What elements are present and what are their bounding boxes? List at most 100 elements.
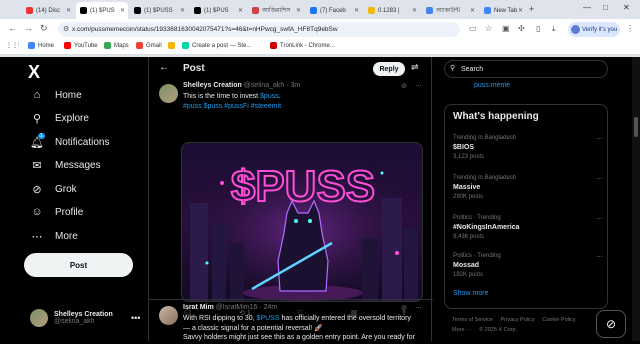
trend-count: 290K posts <box>453 194 484 200</box>
close-icon[interactable]: ✕ <box>238 7 243 14</box>
tweet-image[interactable]: $PUSS <box>181 142 423 302</box>
nav-home[interactable]: ⌂ Home <box>30 89 82 101</box>
forward-arrow-icon[interactable]: → <box>24 23 33 33</box>
verify-profile-button[interactable]: Verify it's you <box>568 22 620 37</box>
close-icon[interactable]: ✕ <box>180 7 185 14</box>
back-arrow-icon[interactable]: ← <box>159 62 169 73</box>
grok-icon[interactable]: ⊘ <box>401 304 407 312</box>
show-more-link[interactable]: Show more <box>453 290 488 297</box>
more-icon[interactable]: ⋯ <box>596 253 603 261</box>
close-window-button[interactable]: ✕ <box>623 3 630 12</box>
avatar[interactable] <box>159 306 178 325</box>
close-icon[interactable]: ✕ <box>412 7 417 14</box>
star-icon[interactable]: ☆ <box>485 24 492 33</box>
bookmark-home[interactable]: Home <box>28 42 54 49</box>
browser-tab[interactable]: New Tab ✕ <box>480 2 526 19</box>
more-icon[interactable]: ⋯ <box>596 135 603 143</box>
tweet[interactable]: Israt Mim @IsratMim16 · 24m ⊘ ⋯ With RSI… <box>149 304 433 344</box>
account-switcher[interactable]: Shelleys Creation @selina_akh ••• <box>30 309 140 327</box>
reload-icon[interactable]: ↻ <box>40 23 48 34</box>
grok-chat-button[interactable]: ⊘ <box>596 310 626 338</box>
search-input[interactable]: ⚲ Search <box>444 60 608 78</box>
bookmark-tronlink[interactable]: TronLink - Chrome... <box>270 42 335 49</box>
person-icon: ☺ <box>31 206 43 218</box>
nav-profile[interactable]: ☺ Profile <box>30 206 83 218</box>
close-icon[interactable]: ✕ <box>296 7 301 14</box>
address-bar[interactable]: ⚙ x.com/pussmemecoin/status/193368163004… <box>58 22 460 37</box>
nav-messages[interactable]: ✉ Messages <box>30 159 100 172</box>
author-name[interactable]: Shelleys Creation <box>183 82 242 89</box>
avatar <box>30 309 48 327</box>
cashtag-link[interactable]: $puss <box>260 93 279 100</box>
browser-tab[interactable]: (7) Faceb ✕ <box>306 2 362 19</box>
post-header: ← Post Reply ⇌ <box>149 57 433 81</box>
tab-label: (1) $PUS <box>204 7 229 14</box>
more-icon[interactable]: ⋯ <box>415 82 422 90</box>
trend-name: #NoKingsInAmerica <box>453 224 520 231</box>
cashtag-link[interactable]: $PUSS <box>257 315 280 322</box>
close-icon[interactable]: ✕ <box>354 7 359 14</box>
browser-tab[interactable]: (14) Disc ✕ <box>22 2 74 19</box>
more-icon[interactable]: ••• <box>131 313 140 323</box>
trend-item[interactable]: Trending in Bangladesh Massive 290K post… <box>453 175 603 200</box>
site-info-icon[interactable]: ⚙ <box>63 25 69 33</box>
more-icon[interactable]: ⋯ <box>596 175 603 183</box>
browser-tab[interactable]: অ্যাকাউন্ট ✕ <box>422 2 478 19</box>
sliders-icon[interactable]: ⇌ <box>411 62 419 73</box>
avatar[interactable] <box>159 84 178 103</box>
install-icon[interactable]: ▭ <box>469 24 477 33</box>
bookmark-steemit[interactable]: Create a post — Ste... <box>182 42 251 49</box>
hashtag-links[interactable]: #puss $puss #pussFi #steeemit <box>183 103 281 110</box>
bookmark-unnamed[interactable] <box>168 42 178 49</box>
close-icon[interactable]: ✕ <box>66 7 71 14</box>
puss-cat-artwork: $PUSS <box>182 143 422 301</box>
bookmark-maps[interactable]: Maps <box>104 42 129 49</box>
close-icon[interactable]: ✕ <box>518 7 523 14</box>
nav-notifications[interactable]: 🔔︎ 1 Notifications <box>30 133 109 149</box>
sidebar-icon[interactable]: ▯ <box>536 24 540 33</box>
x-favicon <box>134 7 141 14</box>
footer-link[interactable]: Cookie Policy <box>542 317 575 323</box>
scrollbar[interactable] <box>632 57 640 341</box>
nav-more[interactable]: ⋯ More <box>30 230 78 243</box>
minimize-button[interactable]: — <box>583 3 591 12</box>
tweet[interactable]: Shelleys Creation @selina_akh · 3m ⊘ ⋯ T… <box>149 82 433 317</box>
browser-tab-active[interactable]: (1) $PUS ✕ <box>76 2 128 19</box>
close-icon[interactable]: ✕ <box>470 7 475 14</box>
browser-tab[interactable]: (1) $PUSS ✕ <box>130 2 188 19</box>
trend-item[interactable]: Politics · Trending Mossad 182K posts ⋯ <box>453 253 603 278</box>
nav-label: Explore <box>55 113 89 124</box>
nav-grok[interactable]: ⊘ Grok <box>30 183 76 196</box>
extensions-puzzle-icon[interactable]: ✣ <box>518 24 525 33</box>
account-handle: @selina_akh <box>54 318 95 325</box>
scrollbar-thumb[interactable] <box>634 117 638 137</box>
x-logo[interactable]: X <box>28 62 40 83</box>
footer-link[interactable]: Terms of Service <box>452 317 493 323</box>
more-icon[interactable]: ⋯ <box>596 215 603 223</box>
more-icon[interactable]: ⋯ <box>415 304 422 312</box>
author-name[interactable]: Israt Mim <box>183 304 214 311</box>
bookmark-gmail[interactable]: Gmail <box>136 42 162 49</box>
apps-grid-icon[interactable]: ⋮⋮ <box>6 42 18 49</box>
post-button[interactable]: Post <box>24 253 133 277</box>
nav-explore[interactable]: ⚲ Explore <box>30 112 89 125</box>
browser-tab[interactable]: 0.1283 | ✕ <box>364 2 420 19</box>
extension-icon[interactable]: ▣ <box>502 24 510 33</box>
footer-link[interactable]: More ··· <box>452 327 472 333</box>
new-tab-button[interactable]: + <box>529 4 534 14</box>
download-icon[interactable]: ⤓ <box>552 24 556 34</box>
tab-label: 0.1283 | <box>378 7 400 14</box>
trend-item[interactable]: Trending in Bangladesh $BIOS 3,123 posts… <box>453 135 603 160</box>
maximize-button[interactable]: □ <box>603 3 608 12</box>
bookmark-youtube[interactable]: YouTube <box>64 42 98 49</box>
close-icon[interactable]: ✕ <box>120 7 125 14</box>
back-arrow-icon[interactable]: ← <box>8 23 17 33</box>
menu-kebab-icon[interactable]: ⋮ <box>626 24 634 33</box>
trend-item[interactable]: Politics · Trending #NoKingsInAmerica 9,… <box>453 215 603 240</box>
grok-icon[interactable]: ⊘ <box>401 82 407 90</box>
puss-meme-link[interactable]: puss.meme <box>474 82 510 89</box>
browser-tab[interactable]: আজিমাশিস ✕ <box>248 2 304 19</box>
footer-link[interactable]: Privacy Policy <box>501 317 535 323</box>
reply-button[interactable]: Reply <box>373 62 405 76</box>
browser-tab[interactable]: (1) $PUS ✕ <box>190 2 246 19</box>
